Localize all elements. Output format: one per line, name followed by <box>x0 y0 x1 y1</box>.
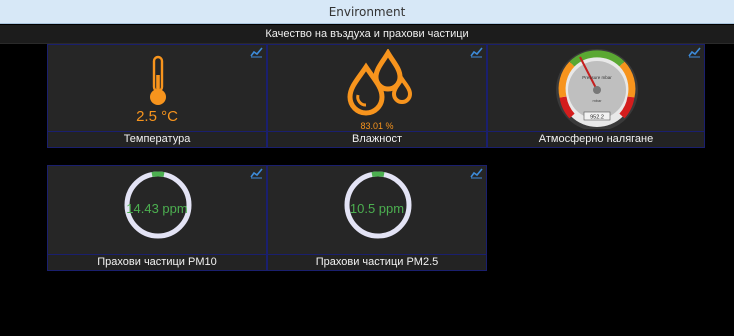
tile-pm25: 10.5 ppm Прахови частици PM2.5 <box>267 165 487 271</box>
tile-pressure: Pressure mbar mbar 952.2 Атмосферно наля… <box>487 44 705 148</box>
pm25-label: Прахови частици PM2.5 <box>268 254 486 270</box>
temperature-label: Температура <box>48 131 266 147</box>
chart-line-icon[interactable] <box>688 47 701 58</box>
chart-line-icon[interactable] <box>250 47 263 58</box>
chart-line-icon[interactable] <box>250 168 263 179</box>
chart-line-icon[interactable] <box>470 168 483 179</box>
humidity-label: Влажност <box>268 131 486 147</box>
pm10-value: 14.43 ppm <box>126 201 188 216</box>
gauge-unit: mbar <box>592 98 602 103</box>
chart-line-icon[interactable] <box>470 47 483 58</box>
pm25-value: 10.5 ppm <box>349 201 405 216</box>
temperature-value: 2.5 °C <box>136 108 178 125</box>
pressure-label: Атмосферно налягане <box>488 131 704 147</box>
water-drops-icon <box>347 49 413 116</box>
humidity-value: 83.01 % <box>360 121 394 131</box>
pressure-gauge: Pressure mbar mbar 952.2 <box>556 49 638 129</box>
window-title-bar: Environment <box>0 0 734 24</box>
section-header: Качество на въздуха и прахови частици <box>0 25 734 44</box>
tile-pm10: 14.43 ppm Прахови частици PM10 <box>47 165 267 271</box>
tile-humidity: 83.01 % Влажност <box>267 44 487 148</box>
section-title: Качество на въздуха и прахови частици <box>265 28 469 40</box>
tile-temperature: 2.5 °C Температура <box>47 44 267 148</box>
pm10-label: Прахови частици PM10 <box>48 254 266 270</box>
window-title: Environment <box>328 4 406 19</box>
thermometer-icon <box>150 55 166 105</box>
gauge-value: 952.2 <box>590 115 604 121</box>
gauge-title: Pressure mbar <box>582 75 612 80</box>
